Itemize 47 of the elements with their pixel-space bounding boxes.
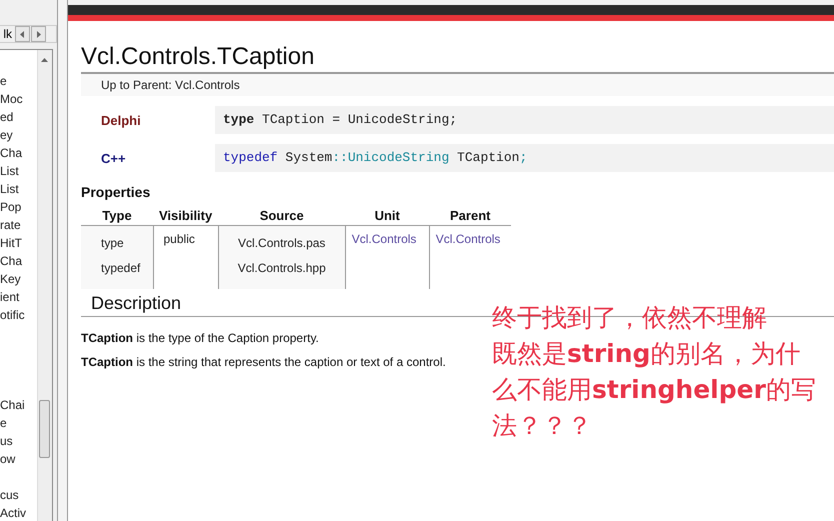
index-item[interactable]: ed: [0, 108, 37, 126]
right-arrow-icon: [36, 30, 41, 38]
description-text: TCaption is the string that represents the caption or text of a control.: [81, 355, 446, 369]
scroll-right-button[interactable]: [31, 26, 46, 42]
parent-unit-link[interactable]: Vcl.Controls: [436, 232, 500, 246]
unit-link[interactable]: Vcl.Controls: [352, 232, 416, 246]
table-cell: type typedef: [81, 226, 153, 289]
splitter[interactable]: [57, 0, 68, 521]
index-item[interactable]: ow: [0, 450, 37, 468]
description-text: TCaption is the type of the Caption property.: [81, 331, 319, 345]
index-item[interactable]: e: [0, 72, 37, 90]
index-item[interactable]: us: [0, 432, 37, 450]
scroll-left-button[interactable]: [15, 26, 30, 42]
index-item[interactable]: HitT: [0, 234, 37, 252]
index-item[interactable]: List: [0, 180, 37, 198]
index-item[interactable]: Chai: [0, 396, 37, 414]
scroll-thumb[interactable]: [39, 400, 50, 458]
note-line: 么不能用stringhelper的写: [492, 374, 816, 406]
parent-link[interactable]: Up to Parent: Vcl.Controls: [101, 78, 240, 92]
code-block: type TCaption = UnicodeString;: [215, 106, 834, 134]
section-heading: Properties: [81, 184, 152, 200]
index-item[interactable]: Pop: [0, 198, 37, 216]
index-item[interactable]: rate: [0, 216, 37, 234]
index-item[interactable]: Activ: [0, 504, 37, 521]
note-line: 法？？？: [492, 410, 593, 442]
column-header: Parent: [429, 208, 512, 226]
index-item[interactable]: List: [0, 162, 37, 180]
up-arrow-icon: [41, 58, 48, 62]
code-block: typedef System::UnicodeString TCaption;: [215, 144, 834, 172]
table-cell: Vcl.Controls.pas Vcl.Controls.hpp: [218, 226, 346, 289]
index-item[interactable]: cus: [0, 486, 37, 504]
toolbar-label: lk: [3, 27, 12, 41]
column-header: Unit: [345, 208, 430, 226]
index-item[interactable]: e: [0, 414, 37, 432]
scrollbar[interactable]: [37, 50, 52, 521]
index-item[interactable]: Cha: [0, 144, 37, 162]
index-item[interactable]: ient: [0, 288, 37, 306]
index-item[interactable]: otific: [0, 306, 37, 324]
language-label: C++: [100, 150, 127, 166]
language-label: Delphi: [100, 112, 142, 128]
index-item[interactable]: ey: [0, 126, 37, 144]
index-item[interactable]: Cha: [0, 252, 37, 270]
index-item[interactable]: Key: [0, 270, 37, 288]
note-line: 既然是string的别名，为什: [492, 338, 802, 370]
column-header: Visibility: [153, 208, 218, 226]
index-item[interactable]: Moc: [0, 90, 37, 108]
left-arrow-icon: [20, 30, 25, 38]
